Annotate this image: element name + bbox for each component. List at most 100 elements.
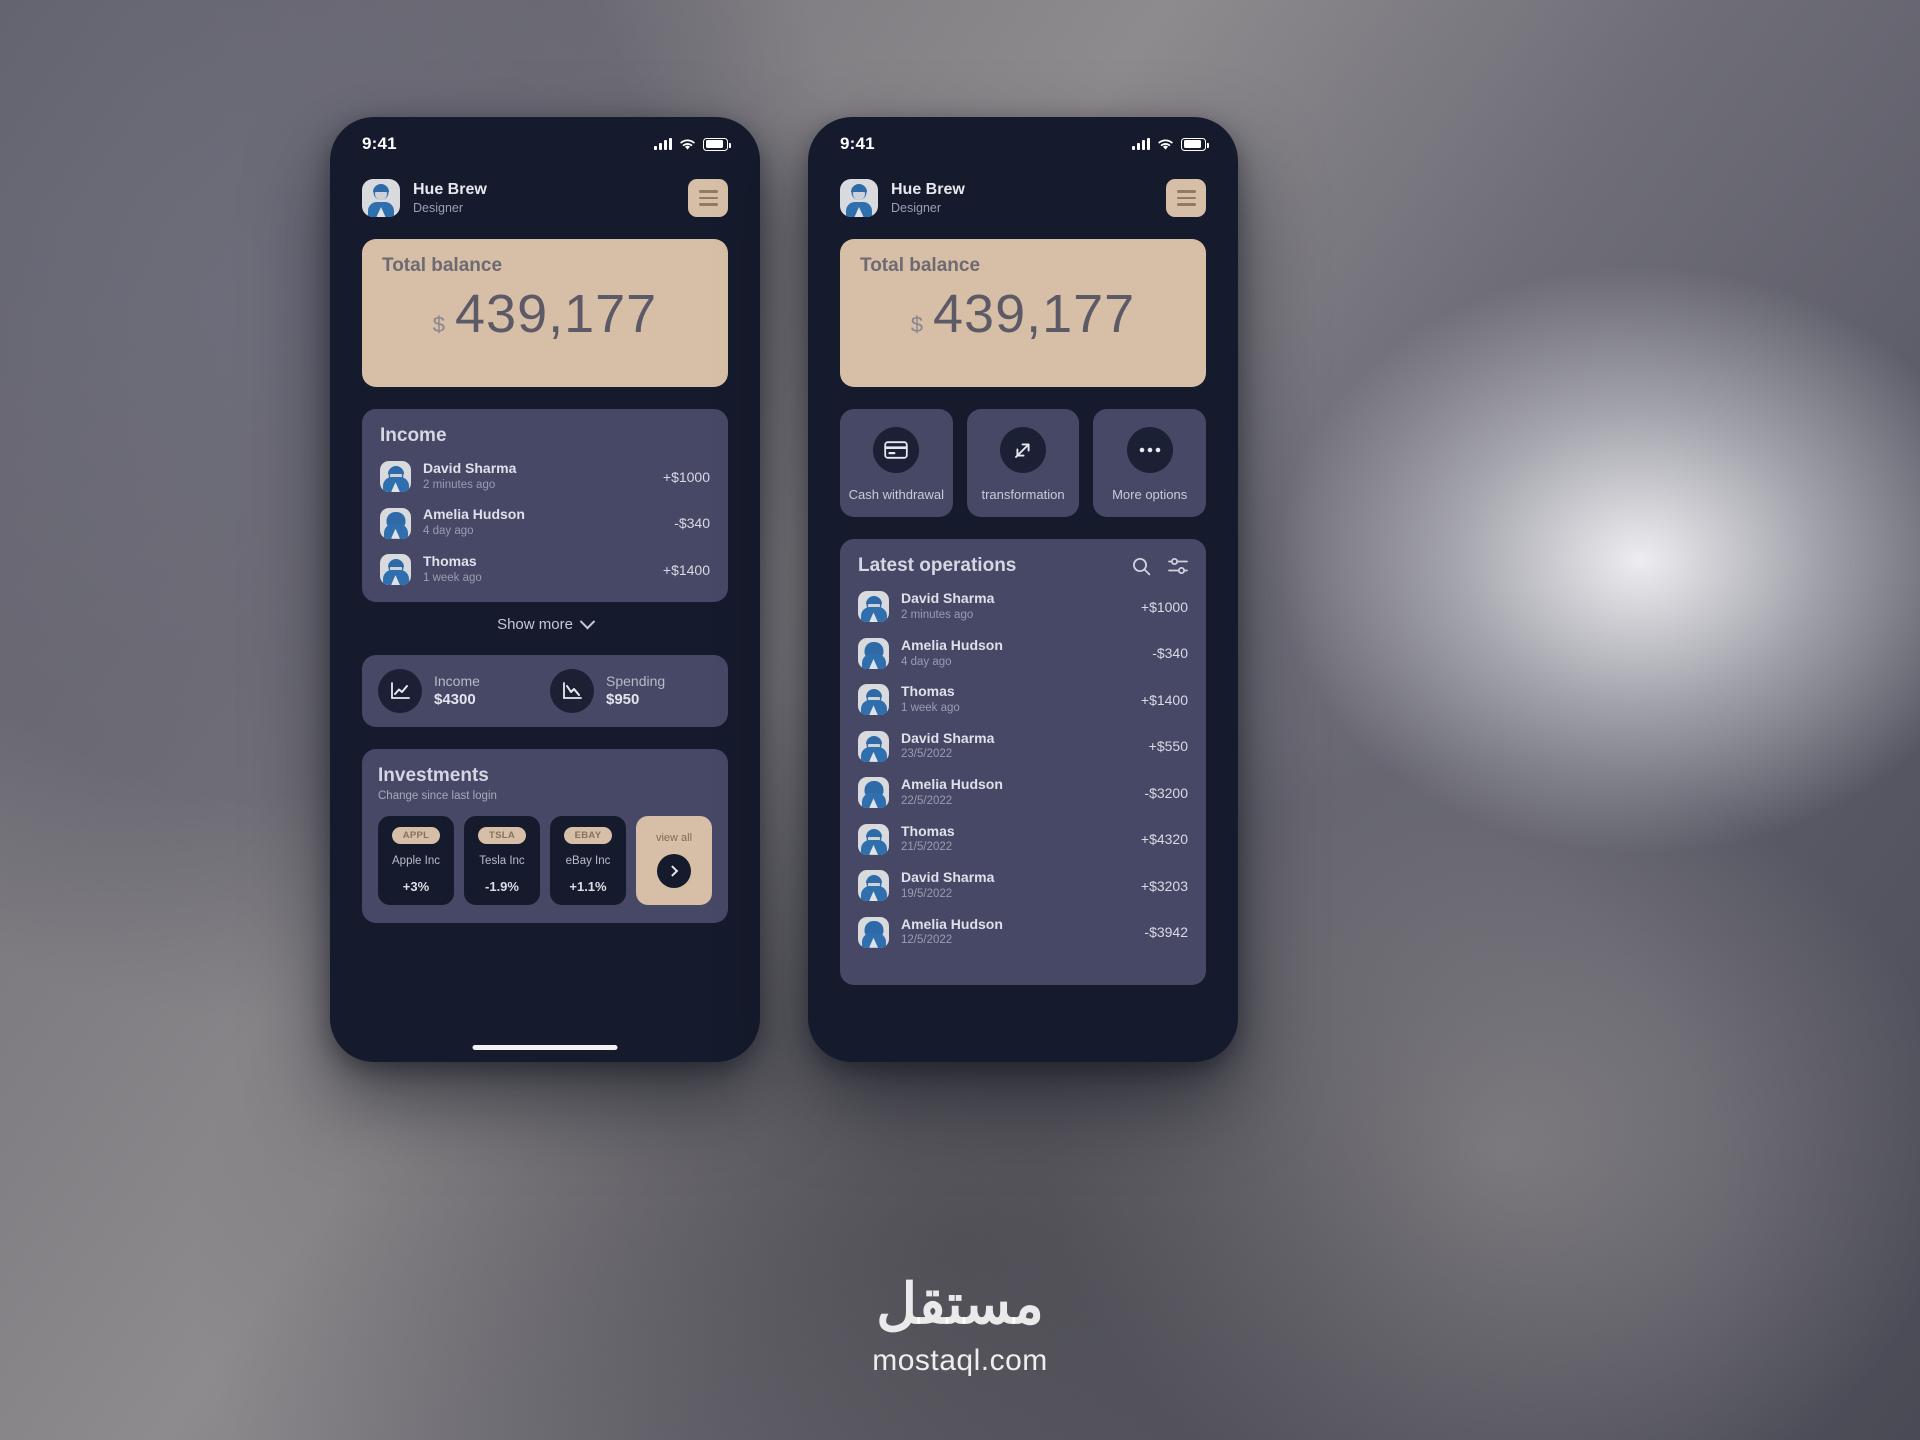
male-avatar-icon <box>858 591 889 623</box>
transaction-amount: +$1000 <box>1140 598 1188 615</box>
transaction-amount: +$3203 <box>1140 877 1188 894</box>
stat-value: $4300 <box>434 691 476 709</box>
stat-label: Income <box>434 672 480 689</box>
profile-block[interactable]: Hue Brew Designer <box>362 179 487 217</box>
transaction-name: Amelia Hudson <box>423 506 525 523</box>
transaction-name: Thomas <box>901 822 955 839</box>
table-row[interactable]: David Sharma 23/5/2022 +$550 <box>858 730 1188 763</box>
investment-tile[interactable]: TSLA Tesla Inc -1.9% <box>464 816 540 906</box>
income-list: David Sharma 2 minutes ago +$1000 Amelia Hu… <box>380 460 710 586</box>
transaction-time: 1 week ago <box>901 701 960 714</box>
investment-tile[interactable]: EBAY eBay Inc +1.1% <box>550 816 626 906</box>
transaction-amount: +$550 <box>1148 738 1188 755</box>
status-time: 9:41 <box>840 134 875 153</box>
transaction-time: 23/5/2022 <box>901 748 953 761</box>
table-row[interactable]: Amelia Hudson 4 day ago -$340 <box>858 637 1188 670</box>
stat-label: Spending <box>606 672 666 689</box>
investment-name: eBay Inc <box>565 855 611 868</box>
status-time: 9:41 <box>362 134 397 153</box>
action-label: Cash withdrawal <box>848 487 945 502</box>
total-balance-card: Total balance $ 439,177 <box>362 239 728 387</box>
view-all-investments-button[interactable]: view all <box>636 816 712 906</box>
balance-currency: $ <box>432 312 446 337</box>
income-title: Income <box>380 425 447 446</box>
balance-currency: $ <box>910 312 924 337</box>
investment-name: Tesla Inc <box>479 855 525 868</box>
transaction-amount: +$1000 <box>662 468 710 485</box>
investment-change: +1.1% <box>569 879 607 895</box>
status-bar: 9:41 <box>808 117 1238 171</box>
transaction-time: 22/5/2022 <box>901 794 953 807</box>
app-header: Hue Brew Designer <box>330 171 760 217</box>
transaction-amount: -$340 <box>674 515 710 532</box>
profile-name: Hue Brew <box>413 180 487 198</box>
battery-icon <box>703 137 731 151</box>
investment-tile[interactable]: APPL Apple Inc +3% <box>378 816 454 906</box>
table-row[interactable]: Amelia Hudson 12/5/2022 -$3942 <box>858 916 1188 949</box>
action-label: transformation <box>981 487 1065 502</box>
operations-title: Latest operations <box>858 555 1017 577</box>
status-icons <box>1132 137 1209 151</box>
user-avatar-icon <box>362 179 400 217</box>
profile-role: Designer <box>413 200 464 215</box>
user-avatar-icon <box>840 179 878 217</box>
table-row[interactable]: Thomas 21/5/2022 +$4320 <box>858 823 1188 856</box>
transaction-name: Thomas <box>901 683 955 700</box>
transaction-time: 2 minutes ago <box>901 609 974 622</box>
transaction-amount: -$340 <box>1152 645 1188 662</box>
operations-header: Latest operations <box>858 555 1188 577</box>
table-row[interactable]: David Sharma 19/5/2022 +$3203 <box>858 869 1188 902</box>
male-avatar-icon <box>858 823 889 855</box>
wifi-icon <box>1158 138 1173 150</box>
balance-value: 439,177 <box>455 284 658 344</box>
female-avatar-icon <box>858 637 889 669</box>
profile-role: Designer <box>891 200 942 215</box>
male-avatar-icon <box>858 730 889 762</box>
table-row[interactable]: Amelia Hudson 4 day ago -$340 <box>380 506 710 539</box>
investment-change: -1.9% <box>485 879 519 895</box>
action-transformation[interactable]: transformation <box>966 409 1080 518</box>
watermark: مستقل mostaql.com <box>0 1276 1920 1378</box>
table-row[interactable]: David Sharma 2 minutes ago +$1000 <box>858 590 1188 623</box>
filter-sliders-icon[interactable] <box>1168 557 1188 575</box>
action-more-options[interactable]: More options <box>1093 409 1207 518</box>
total-balance-card: Total balance $ 439,177 <box>840 239 1206 387</box>
male-avatar-icon <box>380 554 411 586</box>
show-more-button[interactable]: Show more <box>330 614 760 633</box>
action-cash-withdrawal[interactable]: Cash withdrawal <box>840 409 953 518</box>
app-header: Hue Brew Designer <box>808 171 1238 217</box>
balance-label: Total balance <box>860 255 981 276</box>
income-card: Income David Sharma 2 minutes ago +$1000 Am… <box>362 409 728 603</box>
female-avatar-icon <box>858 916 889 948</box>
transaction-time: 21/5/2022 <box>901 841 953 854</box>
table-row[interactable]: Thomas 1 week ago +$1400 <box>380 553 710 586</box>
watermark-latin: mostaql.com <box>872 1344 1048 1377</box>
search-icon[interactable] <box>1132 557 1151 576</box>
profile-block[interactable]: Hue Brew Designer <box>840 179 965 217</box>
investment-ticker: TSLA <box>477 827 526 845</box>
transaction-amount: -$3942 <box>1144 924 1188 941</box>
hamburger-menu-icon[interactable] <box>1166 179 1206 217</box>
investments-title: Investments <box>378 765 489 787</box>
table-row[interactable]: Thomas 1 week ago +$1400 <box>858 683 1188 716</box>
male-avatar-icon <box>380 461 411 493</box>
table-row[interactable]: David Sharma 2 minutes ago +$1000 <box>380 460 710 493</box>
stat-income[interactable]: Income $4300 <box>378 669 540 714</box>
investments-subtitle: Change since last login <box>378 790 497 803</box>
table-row[interactable]: Amelia Hudson 22/5/2022 -$3200 <box>858 776 1188 809</box>
transaction-name: David Sharma <box>901 869 995 886</box>
wifi-icon <box>680 138 695 150</box>
balance-value: 439,177 <box>933 284 1136 344</box>
hamburger-menu-icon[interactable] <box>688 179 728 217</box>
investment-name: Apple Inc <box>392 855 440 868</box>
latest-operations-card: Latest operations David Sharma 2 minutes… <box>840 539 1206 986</box>
stat-value: $950 <box>606 691 640 709</box>
balance-label: Total balance <box>382 255 503 276</box>
transaction-amount: -$3200 <box>1144 784 1188 801</box>
transaction-time: 4 day ago <box>901 655 952 668</box>
male-avatar-icon <box>858 684 889 716</box>
card-icon <box>873 427 920 473</box>
transaction-time: 19/5/2022 <box>901 887 953 900</box>
investments-list: APPL Apple Inc +3% TSLA Tesla Inc -1.9% EBAY eB… <box>378 816 712 906</box>
stat-spending[interactable]: Spending $950 <box>550 669 712 714</box>
